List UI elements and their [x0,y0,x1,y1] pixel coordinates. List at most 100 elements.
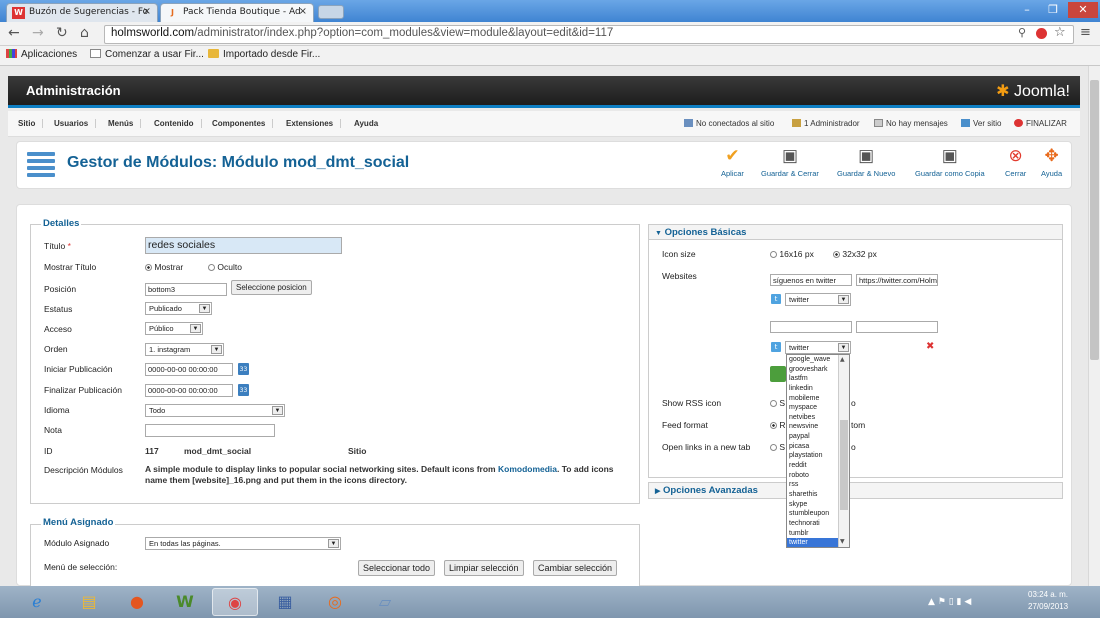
browser-tab-buzon[interactable]: W Buzón de Sugerencias - Fo × [6,3,158,22]
save-new-button[interactable]: ▣ Guardar & Nuevo [837,146,895,178]
select-position-button[interactable]: Seleccione posicion [231,280,312,295]
dropdown-option[interactable]: netvibes [787,413,839,423]
dropdown-option[interactable]: technorati [787,519,839,529]
file-explorer-icon[interactable]: ▤ [66,588,112,616]
media-player-icon[interactable]: ● [114,588,160,616]
site2-url-input[interactable] [856,321,938,333]
note-input[interactable] [145,424,275,437]
close-button[interactable]: ⊗ Cerrar [1005,146,1026,178]
minimize-button[interactable]: – [1014,2,1040,18]
remove-site-icon[interactable]: ✖ [926,341,934,352]
module-assign-select[interactable]: En todas las páginas. ▼ [145,537,341,550]
dropdown-option[interactable]: tumblr [787,529,839,539]
close-window-button[interactable]: ✕ [1068,2,1098,18]
show-title-radio[interactable]: Mostrar [145,262,183,272]
forward-arrow-icon[interactable]: → [32,25,44,41]
menu-sitio[interactable]: Sitio [18,119,44,128]
order-select[interactable]: 1. instagram ▼ [145,343,224,356]
scroll-up-icon[interactable]: ▲ [840,356,845,363]
reload-icon[interactable]: ↻ [56,25,68,41]
dropdown-option[interactable]: twitter [787,538,839,547]
access-select[interactable]: Público ▼ [145,322,203,335]
newtab-yes-radio[interactable]: S [770,442,785,452]
komodomedia-link[interactable]: Komodomedia [498,464,557,474]
basic-options-header[interactable]: ▼ Opciones Básicas [648,224,1063,240]
dropdown-option[interactable]: mobileme [787,394,839,404]
extension-icon[interactable] [1036,28,1047,39]
start-publish-input[interactable]: 0000-00-00 00:00:00 [145,363,233,376]
site1-text-input[interactable]: síguenos en twitter [770,274,852,286]
size-32-radio[interactable]: 32x32 px [833,249,877,259]
dropdown-scroll-thumb[interactable] [840,420,848,510]
menu-contenido[interactable]: Contenido [154,119,202,128]
site2-text-input[interactable] [770,321,852,333]
maximize-button[interactable]: ❐ [1040,2,1066,18]
dropdown-option[interactable]: newsvine [787,422,839,432]
menu-componentes[interactable]: Componentes [212,119,274,128]
dropdown-option[interactable]: roboto [787,471,839,481]
status-messages[interactable]: No hay mensajes [874,119,948,128]
site1-url-input[interactable]: https://twitter.com/Holm [856,274,938,286]
feed-rss-radio[interactable]: R [770,420,786,430]
status-select[interactable]: Publicado ▼ [145,302,212,315]
select-all-button[interactable]: Seleccionar todo [358,560,436,576]
logout-link[interactable]: FINALIZAR [1014,119,1067,128]
scroll-down-icon[interactable]: ▼ [840,538,845,545]
ie-icon[interactable]: ℯ [14,588,60,616]
help-button[interactable]: ✥ Ayuda [1041,146,1062,178]
toggle-selection-button[interactable]: Cambiar selección [533,560,618,576]
dropdown-option[interactable]: skype [787,500,839,510]
chrome-menu-icon[interactable]: ≡ [1080,25,1091,40]
finish-publish-input[interactable]: 0000-00-00 00:00:00 [145,384,233,397]
menu-usuarios[interactable]: Usuarios [54,119,97,128]
page-scroll-thumb[interactable] [1090,80,1099,360]
browser-tab-pack-tienda[interactable]: J Pack Tienda Boutique - Ad × [160,3,314,22]
bookmark-star-icon[interactable]: ☆ [1054,25,1066,40]
advanced-options-header[interactable]: ▶ Opciones Avanzadas [648,482,1063,499]
system-clock[interactable]: 03:24 a. m. 27/09/2013 [1028,589,1068,613]
text-editor-icon[interactable]: ▱ [362,588,408,616]
size-16-radio[interactable]: 16x16 px [770,249,814,259]
dropdown-option[interactable]: google_wave [787,355,839,365]
save-close-button[interactable]: ▣ Guardar & Cerrar [761,146,819,178]
add-site-button[interactable] [770,366,786,382]
new-tab-button[interactable] [318,5,344,19]
dropdown-option[interactable]: paypal [787,432,839,442]
language-select[interactable]: Todo ▼ [145,404,285,417]
calendar-icon[interactable]: 33 [238,363,249,375]
network-icon[interactable]: ▦ [262,588,308,616]
position-input[interactable]: bottom3 [145,283,227,296]
dropdown-option[interactable]: rss [787,480,839,490]
menu-menus[interactable]: Menús [108,119,142,128]
dropdown-option[interactable]: grooveshark [787,365,839,375]
chrome-icon[interactable]: ◉ [212,588,258,616]
apply-button[interactable]: ✔ Aplicar [721,146,744,178]
bookmark-comenzar[interactable]: Comenzar a usar Fir... [90,49,204,60]
word-icon[interactable]: W [162,588,208,616]
rss-yes-radio[interactable]: S [770,398,785,408]
back-arrow-icon[interactable]: ← [8,25,20,41]
dropdown-option[interactable]: linkedin [787,384,839,394]
bookmark-apps[interactable]: Aplicaciones [6,49,77,60]
hide-title-radio[interactable]: Oculto [208,262,242,272]
view-site-link[interactable]: Ver sitio [961,119,1001,128]
site2-type-select[interactable]: twitter ▼ [785,341,851,354]
dropdown-option[interactable]: myspace [787,403,839,413]
menu-extensiones[interactable]: Extensiones [286,119,342,128]
calendar-icon[interactable]: 33 [238,384,249,396]
zoom-icon[interactable]: ⚲ [1018,26,1026,39]
menu-ayuda[interactable]: Ayuda [354,119,378,128]
site1-type-select[interactable]: twitter ▼ [785,293,851,306]
dropdown-option[interactable]: reddit [787,461,839,471]
tab-close-icon[interactable]: × [143,6,151,17]
tray-icons[interactable]: ▲ ⚑ ▯ ▮ ◀ [928,597,971,607]
title-input[interactable]: redes sociales [145,237,342,254]
save-copy-button[interactable]: ▣ Guardar como Copia [915,146,985,178]
clear-selection-button[interactable]: Limpiar selección [444,560,524,576]
tab-close-icon[interactable]: × [299,6,307,17]
bookmark-importado[interactable]: Importado desde Fir... [208,49,320,60]
url-bar[interactable]: holmsworld.com/administrator/index.php?o… [104,25,1074,44]
dropdown-option[interactable]: lastfm [787,374,839,384]
home-icon[interactable]: ⌂ [80,25,89,41]
dropdown-option[interactable]: playstation [787,451,839,461]
